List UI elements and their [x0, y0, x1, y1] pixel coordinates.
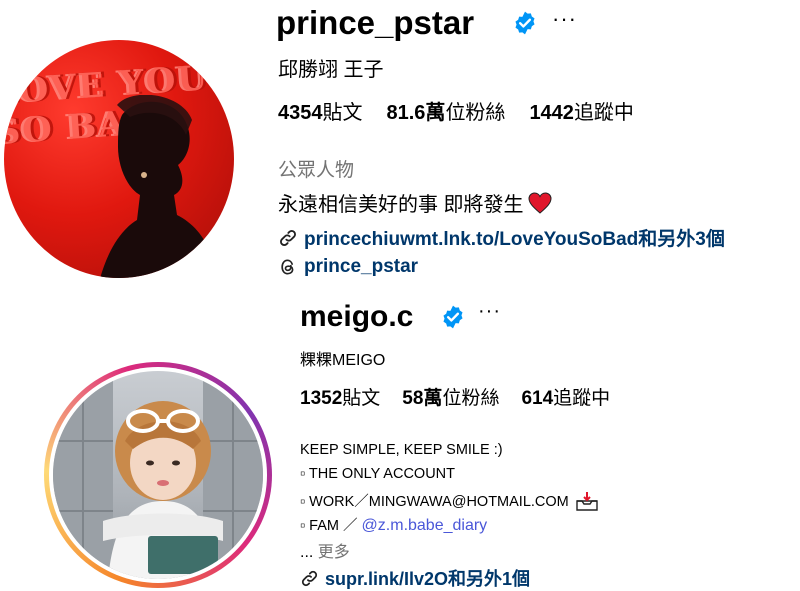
profile-display-name: 粿粿MEIGO [300, 352, 386, 369]
heart-icon [528, 191, 552, 214]
profile-display-name: 邱勝翊 王子 [278, 59, 384, 81]
link-icon [301, 570, 318, 586]
followers-count[interactable]: 81.6萬位粉絲 [387, 96, 506, 125]
profile-stats: 4354貼文 81.6萬位粉絲 1442追蹤中 [278, 96, 634, 125]
inbox-tray-icon [576, 491, 598, 511]
verified-badge-icon [443, 305, 463, 329]
mention-link[interactable]: @z.m.babe_diary [362, 517, 488, 534]
threads-link[interactable]: prince_pstar [278, 256, 418, 278]
following-count[interactable]: 1442追蹤中 [529, 96, 634, 125]
link-text[interactable]: princechiuwmt.lnk.to/LoveYouSoBad和另外3個 [304, 224, 725, 251]
more-options-icon[interactable]: ··· [552, 6, 577, 32]
bio-more[interactable]: ... 更多 [300, 538, 350, 562]
bio-line: ▫︎ FAM ／ @z.m.babe_diary [300, 514, 487, 535]
bio-line-text: ▫︎ WORK／MINGWAWA@HOTMAIL.COM [300, 494, 569, 510]
following-count[interactable]: 614追蹤中 [521, 383, 610, 410]
more-options-icon[interactable]: ··· [478, 300, 501, 323]
bio-text: 永遠相信美好的事 即將發生 [278, 194, 524, 216]
profile-external-link[interactable]: supr.link/Ilv2O和另外1個 [300, 565, 530, 591]
story-ring[interactable] [44, 362, 272, 588]
link-icon [280, 229, 296, 246]
posts-count[interactable]: 1352貼文 [300, 383, 380, 410]
link-text[interactable]: supr.link/Ilv2O和另外1個 [325, 565, 530, 591]
threads-icon [281, 259, 294, 275]
bio-line: ▫︎ WORK／MINGWAWA@HOTMAIL.COM [300, 490, 599, 511]
avatar-portrait-silhouette [100, 95, 218, 278]
followers-count[interactable]: 58萬位粉絲 [402, 383, 499, 410]
profile-username[interactable]: meigo.c [300, 300, 413, 334]
profile-bio: 永遠相信美好的事 即將發生 [278, 188, 552, 217]
bio-line-text: ▫︎ FAM ／ [300, 518, 358, 534]
profile-avatar[interactable]: LOVE YOU SO BAD [4, 40, 234, 278]
more-button[interactable]: 更多 [318, 544, 350, 561]
profile-external-link[interactable]: princechiuwmt.lnk.to/LoveYouSoBad和另外3個 [278, 224, 725, 251]
bio-line: ▫︎ THE ONLY ACCOUNT [300, 466, 456, 482]
avatar-portrait-illustration [53, 371, 263, 579]
threads-handle[interactable]: prince_pstar [304, 256, 418, 278]
profile-category: 公眾人物 [278, 160, 355, 181]
profile-username[interactable]: prince_pstar [276, 4, 474, 42]
verified-badge-icon [515, 11, 535, 35]
profile-stats: 1352貼文 58萬位粉絲 614追蹤中 [300, 383, 610, 410]
posts-count[interactable]: 4354貼文 [278, 96, 363, 125]
bio-line: KEEP SIMPLE, KEEP SMILE :) [300, 442, 503, 458]
more-prefix: ... [300, 544, 318, 561]
profile-avatar[interactable] [53, 371, 263, 579]
